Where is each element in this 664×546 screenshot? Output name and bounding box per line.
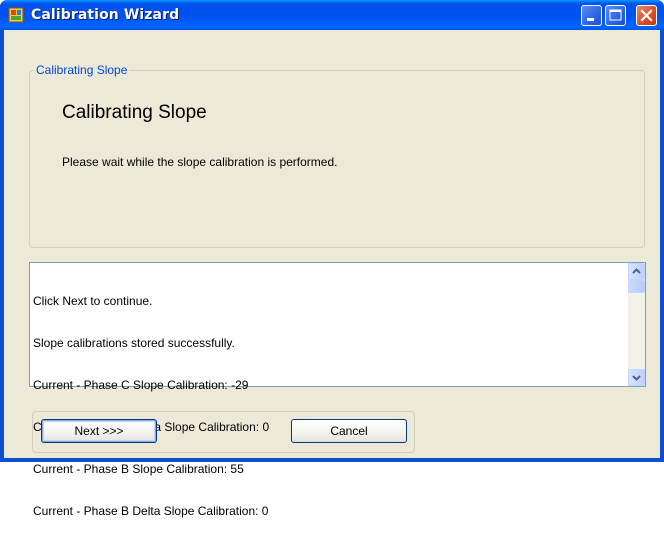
- calibration-wizard-window: Calibration Wizard Calibrating Slope Cal…: [0, 0, 664, 518]
- minimize-icon: [587, 18, 594, 21]
- scroll-thumb[interactable]: [628, 280, 645, 293]
- log-line: Current - Phase B Slope Calibration: 55: [33, 462, 244, 476]
- log-line: Slope calibrations stored successfully.: [33, 336, 235, 350]
- scroll-down-button[interactable]: [628, 369, 645, 386]
- step-description: Please wait while the slope calibration …: [62, 155, 338, 169]
- log-line: Click Next to continue.: [33, 294, 153, 308]
- close-icon: [640, 9, 653, 22]
- chevron-up-icon: [632, 268, 641, 274]
- minimize-button[interactable]: [581, 5, 602, 26]
- log-line: Current - Phase B Delta Slope Calibratio…: [33, 504, 269, 518]
- chevron-down-icon: [632, 375, 641, 381]
- step-heading: Calibrating Slope: [62, 102, 207, 123]
- next-button[interactable]: Next >>>: [41, 419, 157, 443]
- log-line: Current - Phase C Slope Calibration: -29: [33, 378, 249, 392]
- log-textbox[interactable]: Click Next to continue. Slope calibratio…: [29, 262, 646, 518]
- wizard-app-icon: [8, 7, 24, 23]
- maximize-icon: [609, 9, 622, 21]
- group-box-legend: Calibrating Slope: [34, 63, 130, 77]
- cancel-button[interactable]: Cancel: [291, 419, 407, 443]
- title-bar[interactable]: Calibration Wizard: [0, 0, 664, 30]
- maximize-button[interactable]: [605, 5, 626, 26]
- vertical-scrollbar[interactable]: [628, 263, 645, 386]
- window-title: Calibration Wizard: [31, 7, 180, 23]
- close-button[interactable]: [636, 5, 657, 26]
- log-lines: Click Next to continue. Slope calibratio…: [33, 266, 618, 546]
- scroll-up-button[interactable]: [628, 263, 645, 280]
